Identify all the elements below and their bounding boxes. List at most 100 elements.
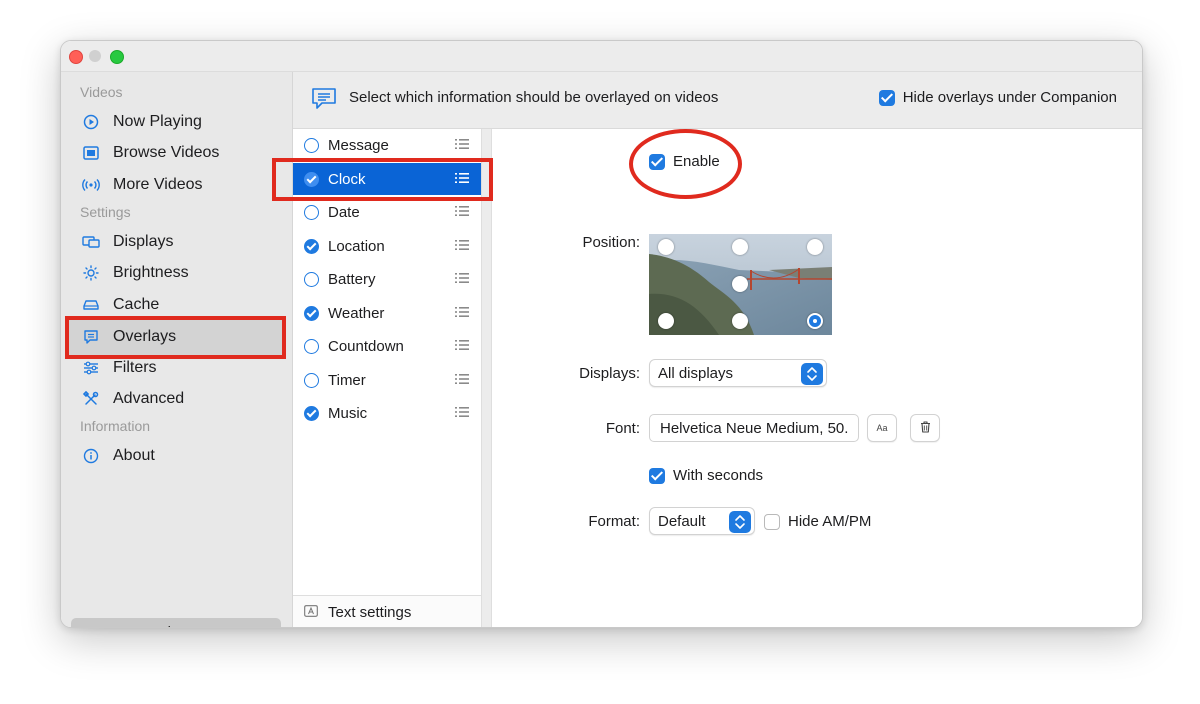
overlay-list: Message Clock Date Location Battery Weat… bbox=[293, 129, 482, 627]
chevron-up-down-icon bbox=[801, 363, 823, 385]
overlay-item-message[interactable]: Message bbox=[293, 129, 481, 161]
displays-value: All displays bbox=[658, 364, 734, 382]
toggle-off-icon[interactable] bbox=[304, 271, 319, 287]
clock-highlight-annotation bbox=[272, 158, 493, 201]
position-bottom-right[interactable] bbox=[807, 313, 823, 329]
overlays-highlight-annotation bbox=[65, 316, 286, 359]
overlay-item-weather[interactable]: Weather bbox=[293, 297, 481, 329]
position-label: Position: bbox=[582, 234, 640, 251]
enable-highlight-annotation bbox=[629, 129, 742, 199]
overlay-item-label: Countdown bbox=[328, 337, 404, 355]
position-preview bbox=[649, 234, 832, 335]
format-label: Format: bbox=[588, 513, 640, 530]
sidebar-item-label: About bbox=[113, 447, 155, 464]
sidebar-item-label: Cache bbox=[113, 296, 160, 313]
title-bar bbox=[61, 41, 1142, 72]
displays-label: Displays: bbox=[579, 365, 640, 382]
sidebar-item-filters[interactable]: Filters bbox=[81, 355, 157, 381]
sidebar-item-label: Brightness bbox=[113, 264, 189, 281]
reorder-handle-icon[interactable] bbox=[455, 205, 469, 217]
reorder-handle-icon[interactable] bbox=[455, 239, 469, 251]
overlay-item-label: Timer bbox=[328, 371, 366, 389]
text-settings-label: Text settings bbox=[328, 603, 412, 621]
sidebar-item-displays[interactable]: Displays bbox=[81, 229, 173, 255]
toggle-on-icon[interactable] bbox=[304, 405, 319, 421]
sidebar-item-brightness[interactable]: Brightness bbox=[81, 260, 189, 286]
sidebar-item-browse-videos[interactable]: Browse Videos bbox=[81, 140, 219, 166]
close-window-button[interactable] bbox=[69, 50, 83, 64]
overlay-item-label: Battery bbox=[328, 270, 376, 288]
toggle-on-icon[interactable] bbox=[304, 305, 319, 321]
overlay-item-location[interactable]: Location bbox=[293, 230, 481, 262]
sidebar-item-about[interactable]: About bbox=[81, 443, 155, 469]
sidebar-item-advanced[interactable]: Advanced bbox=[81, 386, 184, 412]
minimize-window-button[interactable] bbox=[89, 50, 101, 62]
overlay-item-music[interactable]: Music bbox=[293, 397, 481, 429]
close-button[interactable]: Close bbox=[71, 618, 281, 627]
tools-icon bbox=[81, 389, 101, 409]
overlay-item-countdown[interactable]: Countdown bbox=[293, 330, 481, 362]
info-icon bbox=[81, 446, 101, 466]
sidebar-section-videos: Videos bbox=[80, 84, 123, 100]
overlay-item-label: Message bbox=[328, 136, 389, 154]
checkbox-checked-icon bbox=[649, 467, 665, 484]
trash-icon bbox=[920, 421, 931, 435]
displays-select[interactable]: All displays bbox=[649, 359, 827, 387]
reorder-handle-icon[interactable] bbox=[455, 306, 469, 318]
overlay-item-timer[interactable]: Timer bbox=[293, 364, 481, 396]
antenna-icon bbox=[81, 175, 101, 195]
font-field[interactable]: Helvetica Neue Medium, 50. bbox=[649, 414, 859, 442]
sidebar-section-information: Information bbox=[80, 418, 151, 434]
sidebar-item-more-videos[interactable]: More Videos bbox=[81, 172, 203, 198]
hide-companion-checkbox[interactable]: Hide overlays under Companion bbox=[878, 89, 1117, 106]
overlay-item-label: Weather bbox=[328, 304, 385, 322]
position-top-center[interactable] bbox=[732, 239, 748, 255]
reorder-handle-icon[interactable] bbox=[455, 373, 469, 385]
format-value: Default bbox=[658, 512, 706, 530]
reorder-handle-icon[interactable] bbox=[455, 272, 469, 284]
reorder-handle-icon[interactable] bbox=[455, 406, 469, 418]
overlay-item-label: Date bbox=[328, 203, 360, 221]
delete-font-button[interactable] bbox=[910, 414, 940, 442]
toggle-off-icon[interactable] bbox=[304, 372, 319, 388]
header-description: Select which information should be overl… bbox=[349, 89, 719, 106]
checkbox-unchecked-icon bbox=[764, 513, 780, 530]
position-bottom-left[interactable] bbox=[658, 313, 674, 329]
sun-icon bbox=[81, 263, 101, 283]
font-picker-button[interactable]: Aa bbox=[867, 414, 897, 442]
reorder-handle-icon[interactable] bbox=[455, 339, 469, 351]
drive-icon bbox=[81, 295, 101, 315]
toggle-off-icon[interactable] bbox=[304, 204, 319, 220]
chevron-up-down-icon bbox=[729, 511, 751, 533]
displays-icon bbox=[81, 232, 101, 252]
position-top-left[interactable] bbox=[658, 239, 674, 255]
overlay-item-battery[interactable]: Battery bbox=[293, 263, 481, 295]
sidebar-item-label: More Videos bbox=[113, 176, 203, 193]
toggle-on-icon[interactable] bbox=[304, 238, 319, 254]
format-select[interactable]: Default bbox=[649, 507, 755, 535]
speech-bubble-icon bbox=[311, 87, 337, 116]
hide-ampm-checkbox[interactable]: Hide AM/PM bbox=[764, 513, 871, 530]
text-format-icon bbox=[304, 604, 318, 621]
toggle-off-icon[interactable] bbox=[304, 338, 319, 354]
reorder-handle-icon[interactable] bbox=[455, 138, 469, 150]
with-seconds-label: With seconds bbox=[673, 467, 764, 484]
sidebar-item-cache[interactable]: Cache bbox=[81, 292, 159, 318]
position-top-right[interactable] bbox=[807, 239, 823, 255]
with-seconds-checkbox[interactable]: With seconds bbox=[649, 467, 763, 484]
sidebar-item-now-playing[interactable]: Now Playing bbox=[81, 109, 202, 135]
hide-companion-label: Hide overlays under Companion bbox=[902, 89, 1117, 106]
zoom-window-button[interactable] bbox=[110, 50, 124, 64]
app-window: Videos Now Playing Browse Videos More Vi… bbox=[60, 40, 1143, 628]
checkbox-checked-icon bbox=[878, 89, 895, 106]
sidebar-item-label: Advanced bbox=[113, 390, 185, 407]
sidebar-item-label: Displays bbox=[113, 233, 174, 250]
sidebar: Videos Now Playing Browse Videos More Vi… bbox=[61, 72, 293, 627]
sidebar-item-label: Browse Videos bbox=[113, 144, 220, 161]
sliders-icon bbox=[81, 358, 101, 378]
text-settings-button[interactable]: Text settings bbox=[293, 595, 481, 627]
sidebar-item-label: Filters bbox=[113, 359, 157, 376]
position-center[interactable] bbox=[732, 276, 748, 292]
position-bottom-center[interactable] bbox=[732, 313, 748, 329]
toggle-off-icon[interactable] bbox=[304, 137, 319, 153]
